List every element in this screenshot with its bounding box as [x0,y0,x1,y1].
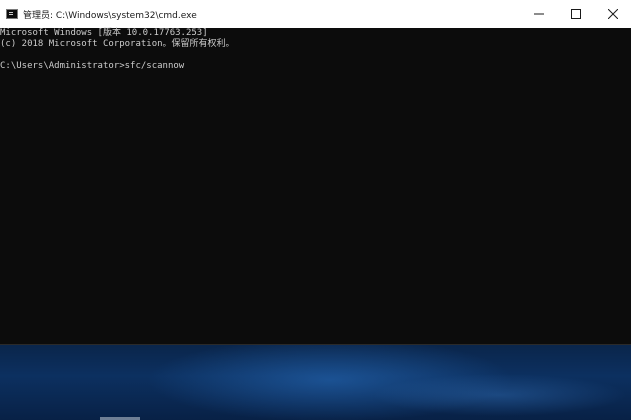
console-line-blank [0,50,631,61]
maximize-icon [570,9,581,19]
desktop-light-glow [0,340,631,420]
minimize-icon [533,13,544,15]
cmd-app-icon[interactable] [6,9,18,19]
cmd-window[interactable]: 管理员: C:\Windows\system32\cmd.exe Microso… [0,0,631,345]
maximize-button[interactable] [557,0,594,28]
console-line-copyright: (c) 2018 Microsoft Corporation。保留所有权利。 [0,39,235,49]
close-button[interactable] [594,0,631,28]
window-controls [520,0,631,28]
close-icon [607,9,618,19]
desktop-background [0,340,631,420]
window-title: 管理员: C:\Windows\system32\cmd.exe [23,10,197,21]
console-prompt-line[interactable]: C:\Users\Administrator>sfc/scannow [0,61,631,72]
title-bar[interactable]: 管理员: C:\Windows\system32\cmd.exe [0,0,631,28]
minimize-button[interactable] [520,0,557,28]
console-line-version: Microsoft Windows [版本 10.0.17763.253] [0,28,208,38]
console-output[interactable]: Microsoft Windows [版本 10.0.17763.253] (c… [0,28,631,345]
